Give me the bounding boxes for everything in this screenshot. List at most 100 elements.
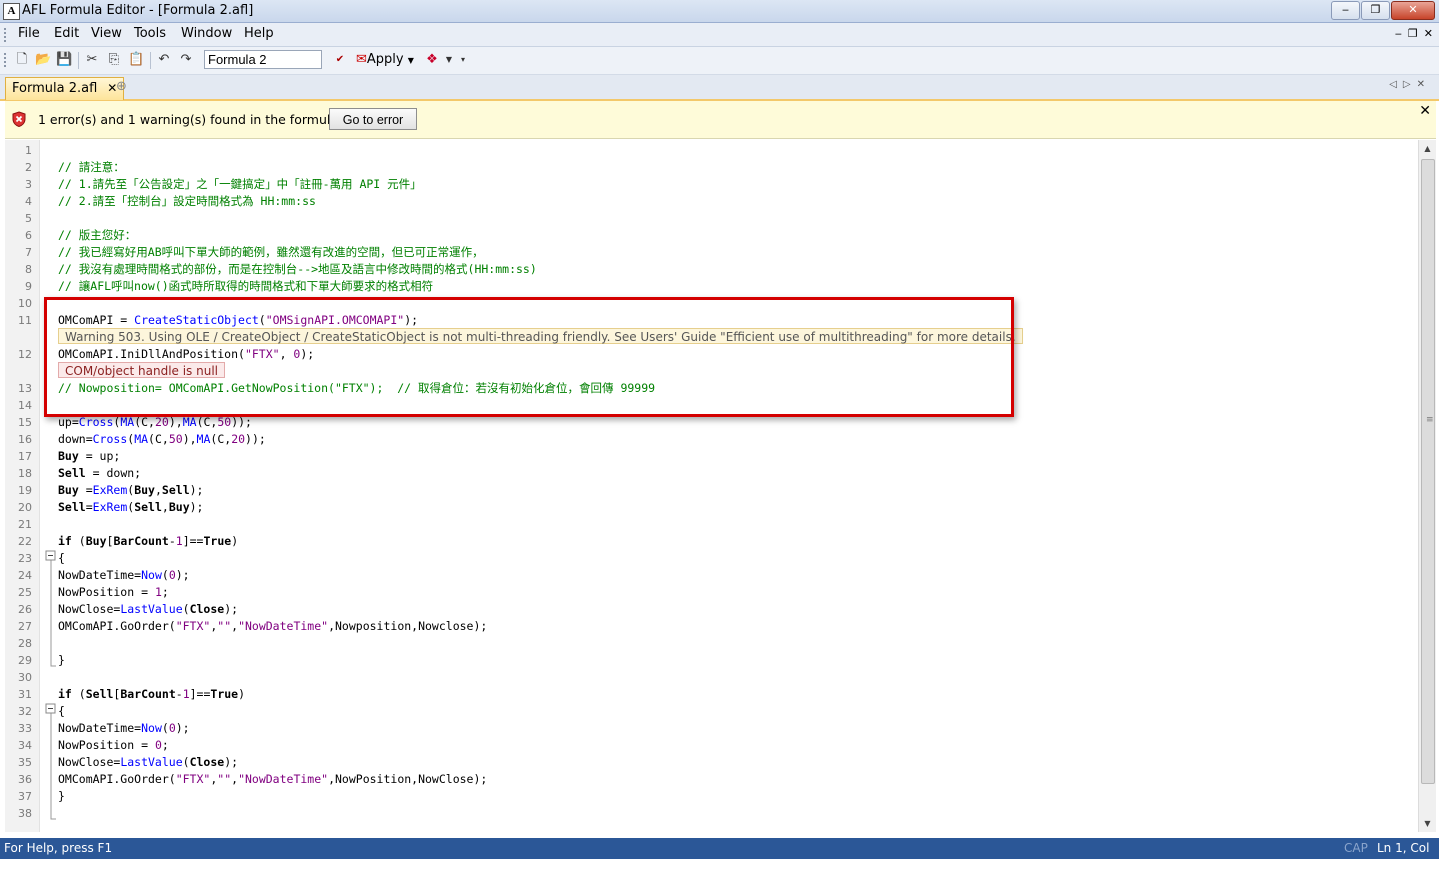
apply-button[interactable]: ✉Apply ▼ xyxy=(356,52,414,67)
line-number: 19 xyxy=(18,484,32,497)
code-text: NowPosition = 1; xyxy=(58,585,169,599)
tab-label: Formula 2.afl xyxy=(12,81,98,96)
new-file-icon[interactable]: 🗋 xyxy=(14,52,30,68)
mdi-close-icon[interactable]: ✕ xyxy=(1424,27,1433,40)
code-line[interactable]: 36 OMComAPI.GoOrder("FTX","","NowDateTime… xyxy=(5,771,1418,788)
code-line[interactable]: 20 Sell=ExRem(Sell,Buy); xyxy=(5,499,1418,516)
code-line[interactable]: 2 // 請注意： xyxy=(5,159,1418,176)
code-line[interactable]: 22 if (Buy[BarCount-1]==True) xyxy=(5,533,1418,550)
go-to-error-button[interactable]: Go to error xyxy=(329,108,417,130)
tab-next-icon[interactable]: ▷ xyxy=(1403,79,1417,90)
code-line[interactable]: 27 OMComAPI.GoOrder("FTX","","NowDateTime… xyxy=(5,618,1418,635)
code-line[interactable]: 28 xyxy=(5,635,1418,652)
code-line[interactable]: 35 NowClose=LastValue(Close); xyxy=(5,754,1418,771)
code-line[interactable]: 37} xyxy=(5,788,1418,805)
code-line[interactable]: 38 xyxy=(5,805,1418,822)
mdi-restore-icon[interactable]: ❐ xyxy=(1408,27,1418,40)
tab-formula-2[interactable]: Formula 2.afl ✕ xyxy=(5,77,125,100)
code-line[interactable]: 31 if (Sell[BarCount-1]==True) xyxy=(5,686,1418,703)
toolbar-overflow-icon[interactable]: ▾ xyxy=(455,52,471,68)
minimize-button[interactable]: ‒ xyxy=(1331,1,1360,20)
code-line[interactable]: 3 // 1.請先至「公告設定」之「一鍵搞定」中「註冊-萬用 API 元件」 xyxy=(5,176,1418,193)
code-line[interactable]: 25 NowPosition = 1; xyxy=(5,584,1418,601)
error-notification-bar: 1 error(s) and 1 warning(s) found in the… xyxy=(5,101,1436,139)
undo-icon[interactable]: ↶ xyxy=(156,52,172,68)
chevron-down-icon[interactable]: ▼ xyxy=(408,56,414,65)
cut-icon[interactable]: ✂ xyxy=(84,52,100,68)
scrollbar-thumb[interactable]: ≡ xyxy=(1421,159,1435,784)
line-number: 11 xyxy=(18,314,32,327)
close-icon[interactable]: ✕ xyxy=(1417,79,1431,90)
scroll-down-icon[interactable]: ▼ xyxy=(1419,815,1436,832)
redo-icon[interactable]: ↷ xyxy=(178,52,194,68)
insert-chart-icon[interactable]: ❖ xyxy=(424,52,440,68)
line-number: 6 xyxy=(25,229,32,242)
code-line[interactable]: 26 NowClose=LastValue(Close); xyxy=(5,601,1418,618)
code-line[interactable]: 29} xyxy=(5,652,1418,669)
line-number: 17 xyxy=(18,450,32,463)
paste-icon[interactable]: 📋 xyxy=(128,52,144,68)
scroll-grip-icon: ≡ xyxy=(1426,415,1434,425)
scroll-up-icon[interactable]: ▲ xyxy=(1419,140,1436,157)
menu-view[interactable]: View xyxy=(91,26,122,41)
mdi-controls: ‒ ❐ ✕ xyxy=(1395,27,1433,40)
code-line[interactable]: 7 // 我已經寫好用AB呼叫下單大師的範例，雖然還有改進的空間，但已可正常運作， xyxy=(5,244,1418,261)
code-line[interactable]: 17 Buy = up; xyxy=(5,448,1418,465)
code-line[interactable]: 19 Buy =ExRem(Buy,Sell); xyxy=(5,482,1418,499)
code-line[interactable]: 33 NowDateTime=Now(0); xyxy=(5,720,1418,737)
line-number: 30 xyxy=(18,671,32,684)
code-line[interactable]: 21 xyxy=(5,516,1418,533)
code-text: NowDateTime=Now(0); xyxy=(58,568,190,582)
toolbar-grip[interactable] xyxy=(4,53,9,67)
code-text: // 我沒有處理時間格式的部份，而是在控制台-->地區及語言中修改時間的格式(H… xyxy=(58,262,537,276)
save-icon[interactable]: 💾 xyxy=(56,52,72,68)
error-message: 1 error(s) and 1 warning(s) found in the… xyxy=(38,112,342,127)
line-number: 29 xyxy=(18,654,32,667)
code-line[interactable]: 23 { xyxy=(5,550,1418,567)
close-button[interactable]: ✕ xyxy=(1391,1,1435,20)
code-line[interactable]: 5 xyxy=(5,210,1418,227)
menu-edit[interactable]: Edit xyxy=(54,26,79,41)
line-number: 32 xyxy=(18,705,32,718)
vertical-scrollbar[interactable]: ▲ ≡ ▼ xyxy=(1418,140,1436,832)
code-text: // 1.請先至「公告設定」之「一鍵搞定」中「註冊-萬用 API 元件」 xyxy=(58,177,422,191)
apply-label: Apply xyxy=(366,52,404,67)
code-text: Sell = down; xyxy=(58,466,142,480)
code-line[interactable]: 6 // 版主您好： xyxy=(5,227,1418,244)
line-number: 1 xyxy=(25,144,32,157)
verify-syntax-icon[interactable]: ✔ xyxy=(332,52,348,68)
menu-help[interactable]: Help xyxy=(244,26,274,41)
open-folder-icon[interactable]: 📂 xyxy=(35,52,51,68)
code-line[interactable]: 16 down=Cross(MA(C,50),MA(C,20)); xyxy=(5,431,1418,448)
tab-prev-icon[interactable]: ◁ xyxy=(1389,79,1403,90)
line-number: 23 xyxy=(18,552,32,565)
code-text: } xyxy=(58,789,65,803)
document-tab-bar: Formula 2.afl ✕ ⊕ ◁▷✕ xyxy=(0,75,1439,101)
code-editor[interactable]: 1 2// 請注意： 3// 1.請先至「公告設定」之「一鍵搞定」中「註冊-萬用 A… xyxy=(5,140,1418,832)
mdi-minimize-icon[interactable]: ‒ xyxy=(1395,27,1402,40)
code-line[interactable]: 4 // 2.請至「控制台」設定時間格式為 HH:mm:ss xyxy=(5,193,1418,210)
code-text: down=Cross(MA(C,50),MA(C,20)); xyxy=(58,432,266,446)
line-number: 16 xyxy=(18,433,32,446)
close-icon[interactable]: ✕ xyxy=(1419,103,1431,119)
code-line[interactable]: 8 // 我沒有處理時間格式的部份，而是在控制台-->地區及語言中修改時間的格式(… xyxy=(5,261,1418,278)
code-line[interactable]: 18 Sell = down; xyxy=(5,465,1418,482)
copy-icon[interactable]: ⎘ xyxy=(106,52,122,68)
code-line[interactable]: 1 xyxy=(5,142,1418,159)
new-tab-icon[interactable]: ⊕ xyxy=(116,79,127,94)
code-line[interactable]: 32 { xyxy=(5,703,1418,720)
window-title: AFL Formula Editor - [Formula 2.afl] xyxy=(22,3,254,18)
code-line[interactable]: 24 NowDateTime=Now(0); xyxy=(5,567,1418,584)
formula-name-input[interactable] xyxy=(204,50,322,69)
code-line[interactable]: 34 NowPosition = 0; xyxy=(5,737,1418,754)
menu-tools[interactable]: Tools xyxy=(134,26,166,41)
maximize-button[interactable]: ❐ xyxy=(1361,1,1390,20)
line-number: 10 xyxy=(18,297,32,310)
error-shield-icon xyxy=(12,111,26,127)
menu-window[interactable]: Window xyxy=(181,26,232,41)
menu-file[interactable]: File xyxy=(18,26,40,41)
menu-grip[interactable] xyxy=(4,28,9,42)
code-line[interactable]: 30 xyxy=(5,669,1418,686)
line-number: 28 xyxy=(18,637,32,650)
code-line[interactable]: 9 // 讓AFL呼叫now()函式時所取得的時間格式和下單大師要求的格式相符 xyxy=(5,278,1418,295)
